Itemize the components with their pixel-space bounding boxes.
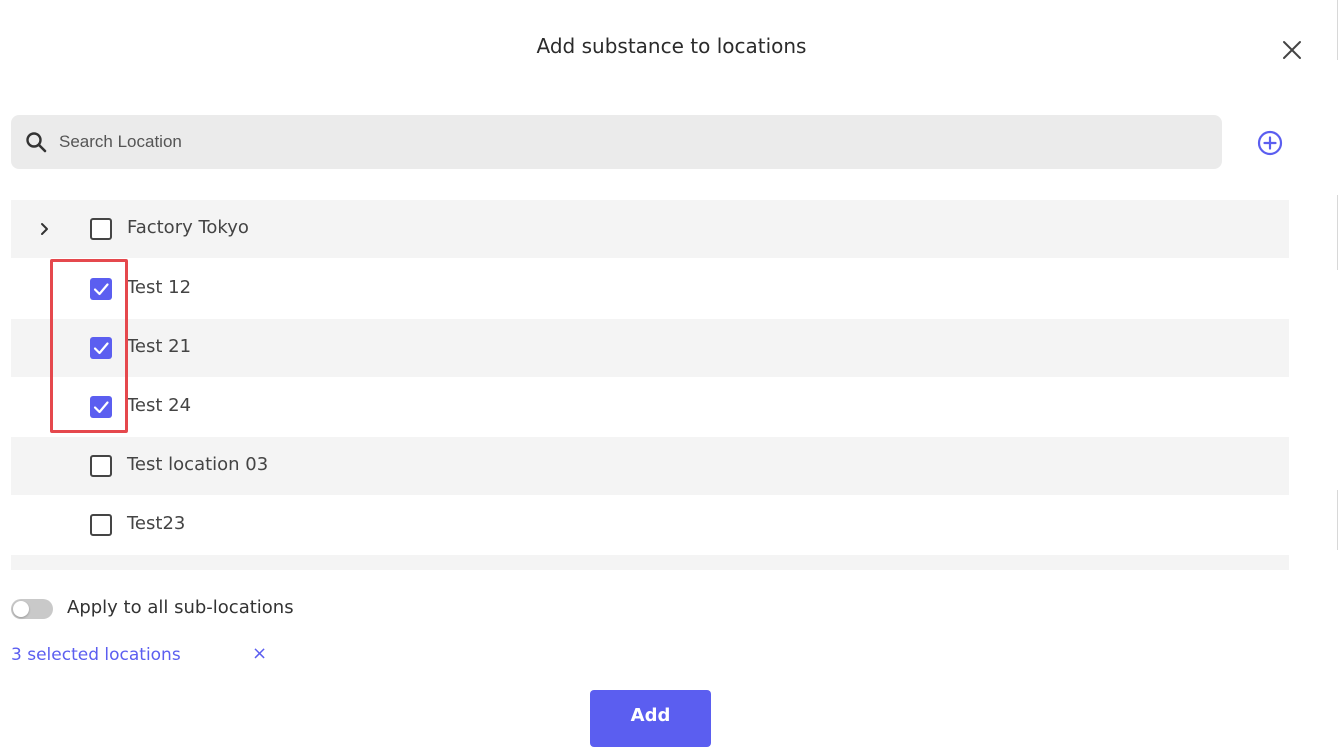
search-input[interactable] <box>59 115 1209 169</box>
list-item[interactable]: Test 12 <box>11 260 1289 318</box>
list-item[interactable]: Factory Tokyo <box>11 200 1289 258</box>
list-item[interactable]: Test location 03 <box>11 437 1289 495</box>
clear-selection-button[interactable]: × <box>252 643 267 664</box>
window-edge <box>1337 195 1338 270</box>
checkmark-icon <box>93 401 109 414</box>
location-label: Test location 03 <box>127 454 269 475</box>
toggle-knob <box>13 601 29 617</box>
search-field <box>11 115 1222 169</box>
location-label: Test23 <box>127 513 186 534</box>
location-label: Factory Tokyo <box>127 217 249 238</box>
location-label: Test 21 <box>127 336 192 357</box>
list-item[interactable]: Test 21 <box>11 319 1289 377</box>
window-edge <box>1337 0 1338 60</box>
location-checkbox[interactable] <box>90 455 112 477</box>
chevron-right-icon[interactable] <box>35 219 55 239</box>
location-label: Test 24 <box>127 395 192 416</box>
apply-sub-locations-toggle[interactable] <box>11 599 53 619</box>
checkmark-icon <box>93 283 109 296</box>
selected-locations-link[interactable]: 3 selected locations <box>11 645 181 665</box>
location-checkbox[interactable] <box>90 396 112 418</box>
add-substance-dialog: Add substance to locations Search Locati… <box>0 0 1343 747</box>
apply-sub-locations-label: Apply to all sub-locations <box>67 597 294 618</box>
add-button[interactable]: Add <box>590 690 711 747</box>
search-icon <box>25 131 47 153</box>
checkmark-icon <box>93 342 109 355</box>
location-checkbox[interactable] <box>90 278 112 300</box>
list-item[interactable]: Test23 <box>11 496 1289 554</box>
location-checkbox[interactable] <box>90 514 112 536</box>
dialog-title: Add substance to locations <box>536 34 807 58</box>
location-checkbox[interactable] <box>90 218 112 240</box>
close-icon[interactable] <box>1280 38 1304 62</box>
list-item[interactable]: Test 24 <box>11 378 1289 436</box>
plus-circle-icon[interactable] <box>1256 129 1284 157</box>
window-edge <box>1337 490 1338 550</box>
location-checkbox[interactable] <box>90 337 112 359</box>
list-item[interactable] <box>11 555 1289 570</box>
location-list: Factory Tokyo Test 12 Test 21 Test 24 Te… <box>11 200 1289 570</box>
location-label: Test 12 <box>127 277 192 298</box>
